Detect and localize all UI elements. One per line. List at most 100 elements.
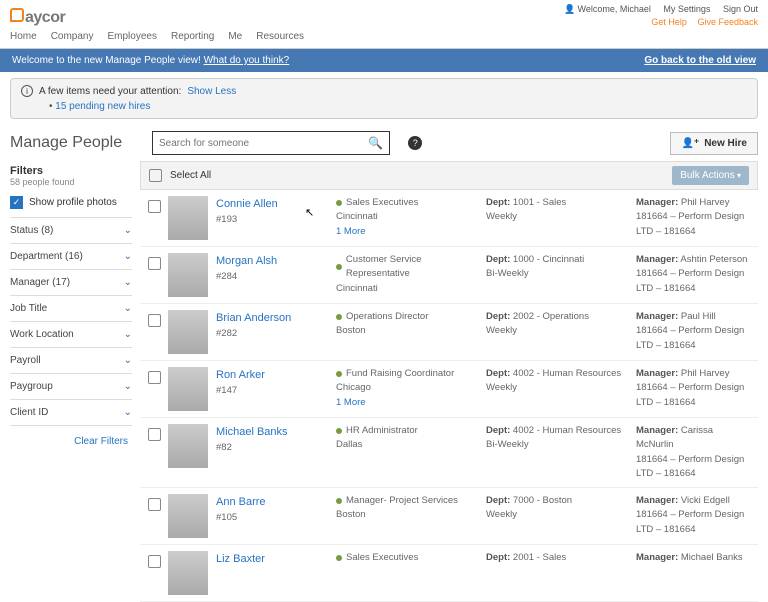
logo-text: aycor <box>25 9 65 27</box>
row-checkbox[interactable] <box>148 257 161 270</box>
row-checkbox[interactable] <box>148 314 161 327</box>
nav-home[interactable]: Home <box>10 31 37 42</box>
welcome-user[interactable]: Welcome, Michael <box>564 4 651 14</box>
chevron-down-icon: ⌄ <box>124 303 132 314</box>
chevron-down-icon: ⌄ <box>124 277 132 288</box>
manager-label: Manager: <box>636 425 678 436</box>
avatar[interactable] <box>168 310 208 354</box>
filter-job-title[interactable]: Job Title⌄ <box>10 296 132 322</box>
manager-label: Manager: <box>636 552 678 563</box>
person-role: Fund Raising Coordinator <box>346 367 454 381</box>
chevron-down-icon: ⌄ <box>124 407 132 418</box>
chevron-down-icon: ⌄ <box>124 225 132 236</box>
row-checkbox[interactable] <box>148 428 161 441</box>
filter-client-id[interactable]: Client ID⌄ <box>10 400 132 426</box>
dept-label: Dept: <box>486 552 510 563</box>
dept-label: Dept: <box>486 254 510 265</box>
show-photos-label: Show profile photos <box>29 197 117 208</box>
filter-work-location[interactable]: Work Location⌄ <box>10 322 132 348</box>
new-hire-button[interactable]: 👤⁺ New Hire <box>670 132 758 155</box>
row-checkbox[interactable] <box>148 200 161 213</box>
manager-label: Manager: <box>636 311 678 322</box>
get-help-link[interactable]: Get Help <box>651 17 687 27</box>
person-name-link[interactable]: Ann Barre <box>216 494 336 511</box>
person-row: Michael Banks #82 HR Administrator Dalla… <box>140 418 758 488</box>
help-icon[interactable]: ? <box>408 136 422 150</box>
nav-employees[interactable]: Employees <box>108 31 157 42</box>
avatar[interactable] <box>168 551 208 595</box>
avatar[interactable] <box>168 253 208 297</box>
status-dot-icon <box>336 200 342 206</box>
row-checkbox[interactable] <box>148 555 161 568</box>
nav-resources[interactable]: Resources <box>256 31 304 42</box>
search-box[interactable]: 🔍 <box>152 131 390 155</box>
show-less-link[interactable]: Show Less <box>187 86 236 97</box>
person-role: Sales Executives <box>346 551 418 565</box>
person-name-link[interactable]: Michael Banks <box>216 424 336 441</box>
dept-label: Dept: <box>486 495 510 506</box>
main-nav: Home Company Employees Reporting Me Reso… <box>0 27 768 49</box>
person-name-link[interactable]: Brian Anderson <box>216 310 336 327</box>
show-profile-photos-toggle[interactable]: ✓ Show profile photos <box>10 188 132 218</box>
go-back-old-view-link[interactable]: Go back to the old view <box>644 55 756 66</box>
sign-out-link[interactable]: Sign Out <box>723 4 758 14</box>
attention-alert: i A few items need your attention: Show … <box>10 78 758 119</box>
avatar[interactable] <box>168 196 208 240</box>
filter-department[interactable]: Department (16)⌄ <box>10 244 132 270</box>
person-name-link[interactable]: Liz Baxter <box>216 551 336 568</box>
give-feedback-link[interactable]: Give Feedback <box>697 17 758 27</box>
my-settings-link[interactable]: My Settings <box>663 4 710 14</box>
chevron-down-icon: ⌄ <box>124 251 132 262</box>
clear-filters-link[interactable]: Clear Filters <box>10 426 132 457</box>
pending-new-hires-link[interactable]: 15 pending new hires <box>49 101 747 112</box>
avatar[interactable] <box>168 367 208 411</box>
avatar[interactable] <box>168 494 208 538</box>
more-link[interactable]: 1 More <box>336 396 486 410</box>
nav-me[interactable]: Me <box>228 31 242 42</box>
banner-feedback-link[interactable]: What do you think? <box>204 55 290 66</box>
row-checkbox[interactable] <box>148 498 161 511</box>
search-icon[interactable]: 🔍 <box>368 136 383 150</box>
filter-payroll[interactable]: Payroll⌄ <box>10 348 132 374</box>
person-company: 181664 – Perform Design LTD – 181664 <box>636 508 750 537</box>
more-link[interactable]: 1 More <box>336 225 486 239</box>
filter-manager[interactable]: Manager (17)⌄ <box>10 270 132 296</box>
manager-label: Manager: <box>636 197 678 208</box>
person-role: Operations Director <box>346 310 428 324</box>
dept-label: Dept: <box>486 197 510 208</box>
filter-status[interactable]: Status (8)⌄ <box>10 218 132 244</box>
person-name-link[interactable]: Morgan Alsh <box>216 253 336 270</box>
person-name-link[interactable]: Connie Allen <box>216 196 336 213</box>
search-input[interactable] <box>159 138 368 149</box>
chevron-down-icon: ⌄ <box>124 381 132 392</box>
person-dept: 2001 - Sales <box>513 552 566 563</box>
person-row: Ann Barre #105 Manager- Project Services… <box>140 488 758 545</box>
select-all-checkbox[interactable] <box>149 169 162 182</box>
person-role: HR Administrator <box>346 424 418 438</box>
filter-paygroup[interactable]: Paygroup⌄ <box>10 374 132 400</box>
add-person-icon: 👤⁺ <box>681 138 699 149</box>
info-icon: i <box>21 85 33 97</box>
bulk-actions-button[interactable]: Bulk Actions <box>672 166 749 185</box>
person-company: 181664 – Perform Design LTD – 181664 <box>636 453 750 482</box>
status-dot-icon <box>336 428 342 434</box>
person-company: 181664 – Perform Design LTD – 181664 <box>636 381 750 410</box>
person-dept: 2002 - Operations <box>513 311 589 322</box>
nav-reporting[interactable]: Reporting <box>171 31 214 42</box>
person-pay-frequency: Weekly <box>486 381 636 395</box>
person-manager: Phil Harvey <box>681 197 730 208</box>
person-pay-frequency: Bi-Weekly <box>486 438 636 452</box>
avatar[interactable] <box>168 424 208 468</box>
person-location: Cincinnati <box>336 210 486 224</box>
nav-company[interactable]: Company <box>51 31 94 42</box>
person-row: Liz Baxter Sales Executives Dept: 2001 -… <box>140 545 758 602</box>
manager-label: Manager: <box>636 495 678 506</box>
status-dot-icon <box>336 264 342 270</box>
new-hire-label: New Hire <box>704 138 747 149</box>
page-title: Manage People <box>10 134 140 152</box>
person-name-link[interactable]: Ron Arker <box>216 367 336 384</box>
person-manager: Vicki Edgell <box>681 495 730 506</box>
row-checkbox[interactable] <box>148 371 161 384</box>
filters-sidebar: Filters 58 people found ✓ Show profile p… <box>10 161 140 602</box>
dept-label: Dept: <box>486 311 510 322</box>
